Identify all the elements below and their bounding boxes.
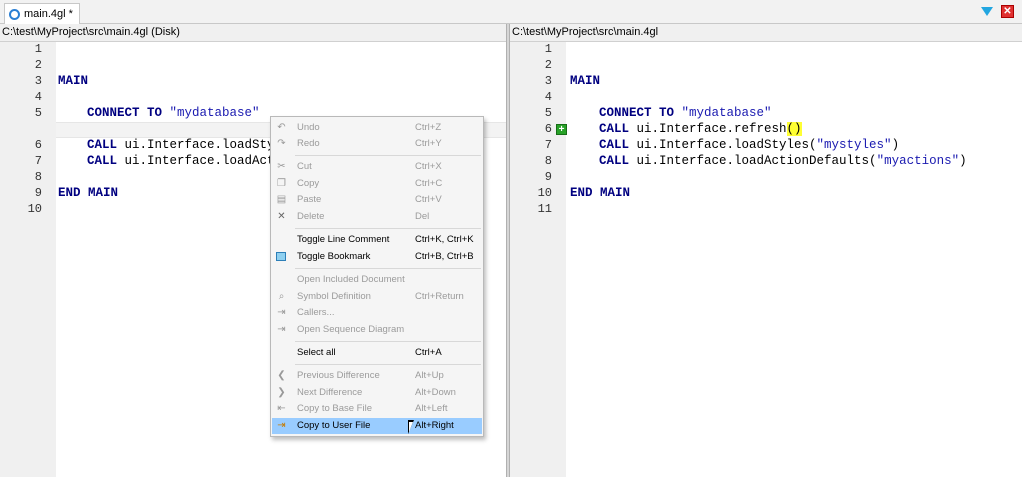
line-number: 11 xyxy=(537,202,552,216)
menu-item-toggle-line-comment[interactable]: Toggle Line Comment Ctrl+K, Ctrl+K xyxy=(272,232,482,248)
menu-item-redo[interactable]: ↷ Redo Ctrl+Y xyxy=(272,136,482,152)
menu-item-copy[interactable]: ❐ Copy Ctrl+C xyxy=(272,176,482,192)
code-line-added: CALL ui.Interface.refresh() xyxy=(599,122,802,136)
menu-item-paste[interactable]: ▤ Paste Ctrl+V xyxy=(272,192,482,208)
right-pane-header: C:\test\MyProject\src\main.4gl xyxy=(510,24,1022,42)
menu-item-next-difference[interactable]: ❯ Next Difference Alt+Down xyxy=(272,385,482,401)
code-line: CALL ui.Interface.loadSty xyxy=(87,138,275,152)
menu-item-copy-to-base-file[interactable]: ⇤ Copy to Base File Alt+Left xyxy=(272,401,482,417)
menu-separator xyxy=(295,268,481,269)
sequence-diagram-icon: ⇥ xyxy=(277,324,286,335)
mouse-pointer-icon xyxy=(408,420,420,438)
code-line: CALL ui.Interface.loadStyles("mystyles") xyxy=(599,138,900,152)
gear-file-icon xyxy=(9,8,20,20)
line-number: 5 xyxy=(544,106,552,120)
menu-item-symbol-definition[interactable]: ⌕ Symbol Definition Ctrl+Return xyxy=(272,289,482,305)
cut-icon: ✂ xyxy=(277,161,286,172)
menu-item-copy-to-user-file[interactable]: ⇥ Copy to User File Alt+Right xyxy=(272,418,482,434)
redo-icon: ↷ xyxy=(277,138,286,149)
line-number: 2 xyxy=(34,58,42,72)
right-gutter: 1 2 3 4 5 6 7 8 9 10 11 + xyxy=(510,42,567,477)
line-number: 2 xyxy=(544,58,552,72)
line-number: 10 xyxy=(537,186,552,200)
code-line: END MAIN xyxy=(570,186,631,200)
menu-item-callers[interactable]: ⇥ Callers... xyxy=(272,305,482,321)
close-icon[interactable]: ✕ xyxy=(1001,5,1014,18)
menu-item-delete[interactable]: ✕ Delete Del xyxy=(272,209,482,225)
menu-item-toggle-bookmark[interactable]: Toggle Bookmark Ctrl+B, Ctrl+B xyxy=(272,249,482,265)
right-code-area[interactable]: MAIN CONNECT TO "mydatabase" CALL ui.Int… xyxy=(568,42,1022,477)
code-line: MAIN xyxy=(570,74,601,88)
copy-icon: ❐ xyxy=(277,178,286,189)
code-line: CALL ui.Interface.loadAct xyxy=(87,154,275,168)
code-line: CONNECT TO "mydatabase" xyxy=(599,106,772,120)
left-pane-header: C:\test\MyProject\src\main.4gl (Disk) xyxy=(0,24,506,42)
copy-to-base-icon: ⇤ xyxy=(277,403,286,414)
copy-to-user-icon: ⇥ xyxy=(277,420,286,431)
line-number: 7 xyxy=(34,154,42,168)
line-number: 4 xyxy=(544,90,552,104)
previous-difference-icon: ❮ xyxy=(277,370,286,381)
tab-label: main.4gl * xyxy=(24,8,73,20)
code-line: MAIN xyxy=(58,74,89,88)
added-line-marker[interactable]: + xyxy=(556,124,567,135)
line-number: 6 xyxy=(34,138,42,152)
next-difference-icon: ❯ xyxy=(277,387,286,398)
right-diff-pane: C:\test\MyProject\src\main.4gl 1 2 3 4 5… xyxy=(510,24,1022,477)
menu-separator xyxy=(295,155,481,156)
undo-icon: ↶ xyxy=(277,122,286,133)
line-number: 1 xyxy=(34,42,42,56)
menu-item-undo[interactable]: ↶ Undo Ctrl+Z xyxy=(272,120,482,136)
menu-item-previous-difference[interactable]: ❮ Previous Difference Alt+Up xyxy=(272,368,482,384)
menu-item-cut[interactable]: ✂ Cut Ctrl+X xyxy=(272,159,482,175)
line-number: 8 xyxy=(34,170,42,184)
paste-icon: ▤ xyxy=(276,194,287,205)
code-line: CALL ui.Interface.loadActionDefaults("my… xyxy=(599,154,967,168)
menu-item-open-included-document[interactable]: Open Included Document xyxy=(272,272,482,288)
line-number: 8 xyxy=(544,154,552,168)
menu-item-select-all[interactable]: Select all Ctrl+A xyxy=(272,345,482,361)
tab-main-4gl[interactable]: main.4gl * xyxy=(4,3,80,24)
code-line: CONNECT TO "mydatabase" xyxy=(87,106,260,120)
context-menu: ↶ Undo Ctrl+Z ↷ Redo Ctrl+Y ✂ Cut Ctrl+X ❐ Copy… xyxy=(270,116,484,437)
menu-separator xyxy=(295,364,481,365)
symbol-definition-icon: ⌕ xyxy=(278,291,285,302)
line-number: 6 xyxy=(544,122,552,136)
line-number: 3 xyxy=(544,74,552,88)
callers-icon: ⇥ xyxy=(277,307,286,318)
line-number: 9 xyxy=(34,186,42,200)
delete-icon: ✕ xyxy=(277,211,286,222)
line-number: 10 xyxy=(27,202,42,216)
menu-separator xyxy=(295,341,481,342)
line-number: 7 xyxy=(544,138,552,152)
code-line: END MAIN xyxy=(58,186,119,200)
line-number: 4 xyxy=(34,90,42,104)
dropdown-triangle-icon[interactable] xyxy=(980,5,993,18)
line-number: 9 xyxy=(544,170,552,184)
menu-item-open-sequence-diagram[interactable]: ⇥ Open Sequence Diagram xyxy=(272,322,482,338)
line-number: 1 xyxy=(544,42,552,56)
line-number: 3 xyxy=(34,74,42,88)
menu-separator xyxy=(295,228,481,229)
line-number: 5 xyxy=(34,106,42,120)
editor-tab-bar: main.4gl * ✕ xyxy=(0,0,1022,24)
bookmark-icon xyxy=(276,252,286,261)
left-gutter: 1 2 3 4 5 6 7 8 9 10 xyxy=(0,42,56,477)
